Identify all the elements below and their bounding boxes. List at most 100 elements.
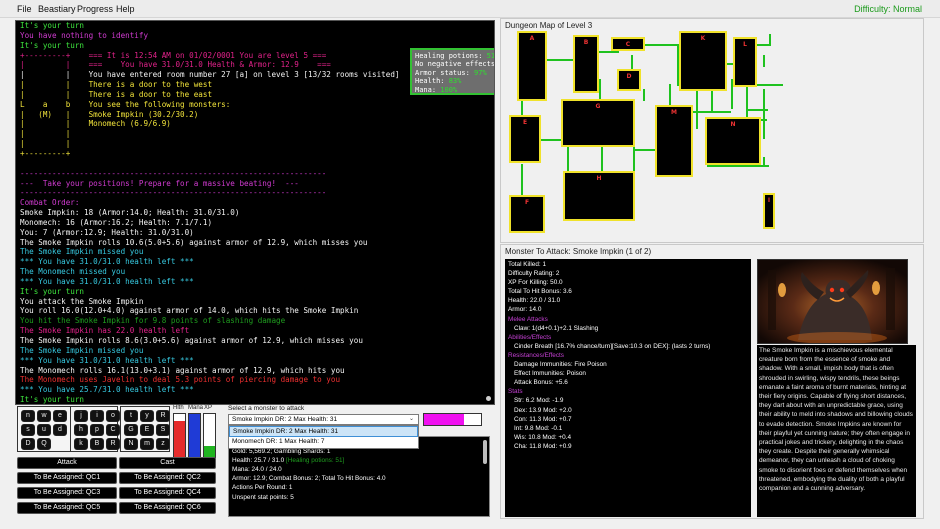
key-button[interactable]: y xyxy=(140,410,154,422)
console-line: | | xyxy=(20,139,71,149)
monster-stat: Claw: 1(d4+0.1)+2.1 Slashing xyxy=(514,324,599,332)
game-console[interactable]: It's your turn You have nothing to identi… xyxy=(15,20,495,405)
chevron-down-icon: ⌄ xyxy=(408,416,414,422)
action-keypad: jio hpCkBR xyxy=(70,406,120,452)
key-button[interactable]: D xyxy=(21,438,35,450)
console-scroll-knob[interactable] xyxy=(486,396,491,401)
console-line: The Monomech rolls 16.1(13.0+3.1) agains… xyxy=(20,365,345,375)
map-room-m: M xyxy=(655,105,693,177)
mana-bar xyxy=(188,413,201,458)
monster-option[interactable]: Monomech DR: 1 Max Health: 7 xyxy=(229,437,418,448)
key-button[interactable]: z xyxy=(156,438,170,450)
key-button[interactable]: t xyxy=(124,410,138,422)
monster-stat: Total Killed: 1 xyxy=(508,261,547,268)
monster-stat-heading: Stats xyxy=(508,388,523,396)
quickcast-2-button[interactable]: To Be Assigned: QC2 xyxy=(119,472,216,484)
key-button[interactable]: w xyxy=(37,410,51,422)
console-line: The Smoke Impkin rolls 10.6(5.0+5.6) aga… xyxy=(20,237,368,247)
menu-help[interactable]: Help xyxy=(116,4,135,14)
map-room-l: L xyxy=(733,37,757,87)
hall xyxy=(643,89,645,101)
key-button[interactable]: o xyxy=(106,410,120,422)
key-button[interactable]: C xyxy=(106,424,120,436)
key-button[interactable]: h xyxy=(74,424,88,436)
monster-stat: Damage Immunities: Fire Poison xyxy=(514,361,607,369)
map-room-i: I xyxy=(763,193,775,229)
menu-progress[interactable]: Progress xyxy=(77,4,113,14)
console-line: *** You have 25.7/31.0 health left *** xyxy=(20,385,194,395)
health-bar xyxy=(173,413,186,458)
player-stats-scrollbar[interactable] xyxy=(483,440,487,464)
attack-button[interactable]: Attack xyxy=(17,457,117,469)
cast-button[interactable]: Cast xyxy=(119,457,216,469)
quickcast-1-button[interactable]: To Be Assigned: QC1 xyxy=(17,472,117,484)
key-button[interactable]: d xyxy=(53,424,67,436)
console-line: You attack the Smoke Impkin xyxy=(20,296,144,306)
quickcast-5-button[interactable]: To Be Assigned: QC5 xyxy=(17,502,117,514)
key-button[interactable]: n xyxy=(21,410,35,422)
map-room-g: G xyxy=(561,99,635,147)
key-button[interactable]: u xyxy=(37,424,51,436)
console-line: The Smoke Impkin rolls 8.6(3.0+5.6) agai… xyxy=(20,336,363,345)
key-button[interactable]: m xyxy=(140,438,154,450)
console-line: --- Take your positions! Prepare for a m… xyxy=(20,178,299,188)
key-button[interactable]: G xyxy=(124,424,138,436)
menu-bar: File Beastiary Progress Help Difficulty:… xyxy=(0,0,940,18)
monster-option[interactable]: Smoke Impkin DR: 2 Max Health: 31 xyxy=(229,426,418,437)
monster-image-icon xyxy=(758,260,907,343)
hall xyxy=(644,44,678,46)
key-button[interactable]: i xyxy=(90,410,104,422)
console-line: You roll 16.0(12.0+4.0) against armor of… xyxy=(20,306,359,316)
quickcast-3-button[interactable]: To Be Assigned: QC3 xyxy=(17,487,117,499)
key-button[interactable]: N xyxy=(124,438,138,450)
hall xyxy=(599,79,601,101)
key-button[interactable]: e xyxy=(53,410,67,422)
console-line: The Smoke Impkin missed you xyxy=(20,247,144,257)
monster-select[interactable]: Smoke Impkin DR: 2 Max Health: 31 ⌄ xyxy=(228,414,419,425)
status-box: Healing potions: 51 No negative effects … xyxy=(410,48,494,95)
key-button[interactable]: p xyxy=(90,424,104,436)
console-line: L a b You see the following monsters: xyxy=(20,99,231,109)
console-line: It's your turn xyxy=(20,286,85,296)
key-button[interactable]: k xyxy=(74,438,88,450)
map-room-b: B xyxy=(573,35,599,93)
target-health-bar xyxy=(423,413,482,426)
monster-select-dropdown: Smoke Impkin DR: 2 Max Health: 31 Monome… xyxy=(228,425,419,449)
key-button[interactable]: E xyxy=(140,424,154,436)
menu-beastiary[interactable]: Beastiary xyxy=(38,4,76,14)
console-line: +---------+ xyxy=(20,148,71,158)
key-button[interactable]: R xyxy=(106,438,120,450)
map-room-e: E xyxy=(509,115,541,163)
quickcast-4-button[interactable]: To Be Assigned: QC4 xyxy=(119,487,216,499)
console-line: The Smoke Impkin has 22.0 health left xyxy=(20,326,190,336)
monster-select-label: Select a monster to attack xyxy=(228,405,305,412)
menu-file[interactable]: File xyxy=(17,4,32,14)
console-line: You: 7 (Armor:12.9; Health: 31.0/31.0) xyxy=(20,227,194,237)
hall xyxy=(763,55,765,67)
monster-stat: Health: 22.0 / 31.0 xyxy=(508,297,561,305)
key-button[interactable]: R xyxy=(156,410,170,422)
console-line: | (M) | Smoke Impkin (30.2/30.2) xyxy=(20,109,199,119)
player-stat: Actions Per Round: 1 xyxy=(232,484,293,492)
console-line: It's your turn xyxy=(20,395,85,405)
key-button[interactable]: Q xyxy=(37,438,51,450)
console-line: ----------------------------------------… xyxy=(20,188,327,198)
map-room-h: H xyxy=(563,171,635,221)
key-button[interactable]: s xyxy=(21,424,35,436)
console-line: ----------------------------------------… xyxy=(20,168,327,178)
monster-stat: Effect Immunities: Poison xyxy=(514,370,586,378)
key-button[interactable]: j xyxy=(74,410,88,422)
monster-stat: Cha: 11.8 Mod: +0.9 xyxy=(514,442,572,450)
monster-stat-heading: Abilities/Effects xyxy=(508,333,552,341)
player-stat: Health: 25.7 / 31.0 [Healing potions: 51… xyxy=(232,457,345,465)
map-room-a: A xyxy=(517,31,547,101)
map-room-n: N xyxy=(705,117,761,165)
monster-panel-title: Monster To Attack: Smoke Impkin (1 of 2) xyxy=(505,247,652,256)
console-line: You hit the Smoke Impkin for 9.8 points … xyxy=(20,316,286,326)
quickcast-6-button[interactable]: To Be Assigned: QC6 xyxy=(119,502,216,514)
hall xyxy=(599,51,619,53)
key-button[interactable]: S xyxy=(156,424,170,436)
key-button[interactable]: B xyxy=(90,438,104,450)
monster-stat: Int: 9.8 Mod: -0.1 xyxy=(514,424,563,432)
